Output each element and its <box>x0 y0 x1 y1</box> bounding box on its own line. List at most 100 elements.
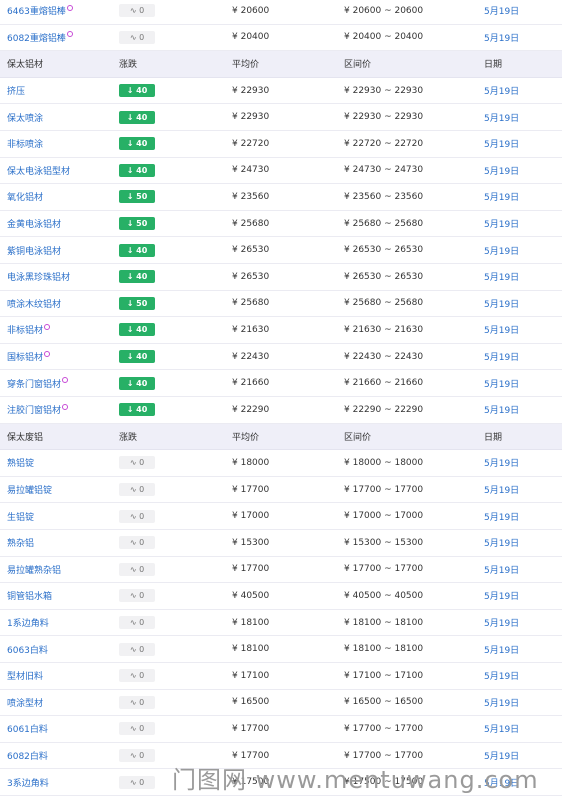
product-name-cell[interactable]: 熟铝锭 <box>7 450 117 476</box>
change-cell: ∿ 0 <box>119 583 179 609</box>
product-name-link[interactable]: 喷涂型材 <box>7 696 43 709</box>
product-name-cell[interactable]: 电泳黑珍珠铝材 <box>7 264 117 290</box>
product-name-cell[interactable]: 非标喷涂 <box>7 131 117 157</box>
table-row: 保太电泳铝型材 ↓ 40 ¥ 24730 ¥ 24730 ~ 24730 5月19日 <box>0 157 562 185</box>
product-name-cell[interactable]: 喷涂型材 <box>7 690 117 716</box>
range-price-cell: ¥ 22290 ~ 22290 <box>344 404 424 415</box>
product-name-cell[interactable]: 保太喷涂 <box>7 104 117 130</box>
product-name-link[interactable]: 注胶门窗铝材 <box>7 403 61 416</box>
product-name-link[interactable]: 挤压 <box>7 84 25 97</box>
range-price-cell: ¥ 25680 ~ 25680 <box>344 298 424 309</box>
change-badge: ∿ 0 <box>119 456 155 470</box>
product-name-cell[interactable]: 注胶门窗铝材 <box>7 397 117 423</box>
product-name-cell[interactable]: 喷涂木纹铝材 <box>7 291 117 317</box>
change-badge: ↓ 40 <box>119 110 155 124</box>
product-name-cell[interactable]: 挤压 <box>7 78 117 104</box>
product-name-link[interactable]: 1系边角料 <box>7 616 49 629</box>
table-row: 6463重熔铝棒 ∿ 0 ¥ 20600 ¥ 20600 ~ 20600 5月19日 <box>0 0 562 25</box>
change-badge: ↓ 40 <box>119 376 155 390</box>
range-price-cell: ¥ 16500 ~ 16500 <box>344 697 424 708</box>
section-title-label: 保太铝材 <box>7 60 44 71</box>
product-name-cell[interactable]: 紫铜电泳铝材 <box>7 237 117 263</box>
product-name-link[interactable]: 3系边角料 <box>7 776 49 789</box>
product-name-cell[interactable]: 型材旧料 <box>7 663 117 689</box>
product-name-link[interactable]: 电泳黑珍珠铝材 <box>7 270 70 283</box>
product-name-link[interactable]: 金黄电泳铝材 <box>7 217 61 230</box>
product-name-cell[interactable]: 金黄电泳铝材 <box>7 211 117 237</box>
product-name-cell[interactable]: 6082白料 <box>7 743 117 769</box>
product-name-link[interactable]: 6082重熔铝棒 <box>7 31 66 44</box>
product-name-link[interactable]: 穿条门窗铝材 <box>7 377 61 390</box>
product-name-cell[interactable]: 生铝锭 <box>7 503 117 529</box>
product-name-link[interactable]: 保太喷涂 <box>7 111 43 124</box>
product-name-cell[interactable]: 易拉罐熟杂铝 <box>7 557 117 583</box>
average-price-cell: ¥ 18100 <box>232 644 270 655</box>
hot-marker-icon <box>62 377 69 384</box>
column-header-date: 日期 <box>484 432 503 443</box>
product-name-link[interactable]: 非标喷涂 <box>7 137 43 150</box>
hot-marker-icon <box>62 403 69 410</box>
product-name-link[interactable]: 型材旧料 <box>7 669 43 682</box>
change-cell: ∿ 0 <box>119 503 179 529</box>
average-price-cell: ¥ 25680 <box>232 298 270 309</box>
change-cell: ↓ 40 <box>119 264 179 290</box>
change-badge: ∿ 0 <box>119 695 155 709</box>
product-name-link[interactable]: 6463重熔铝棒 <box>7 4 66 17</box>
product-name-cell[interactable]: 熟杂铝 <box>7 530 117 556</box>
change-cell: ↓ 50 <box>119 291 179 317</box>
change-badge: ∿ 0 <box>119 669 155 683</box>
change-cell: ↓ 40 <box>119 104 179 130</box>
change-cell: ∿ 0 <box>119 716 179 742</box>
product-name-cell[interactable]: 1系边角料 <box>7 610 117 636</box>
product-name-link[interactable]: 氧化铝材 <box>7 190 43 203</box>
date-cell: 5月19日 <box>484 87 520 98</box>
change-badge: ↓ 50 <box>119 296 155 310</box>
change-badge: ↓ 50 <box>119 217 155 231</box>
average-price-cell: ¥ 22930 <box>232 112 270 123</box>
section-header-row: 保太废铝 涨跌 平均价 区间价 日期 <box>0 423 562 451</box>
average-price-cell: ¥ 16500 <box>232 697 270 708</box>
date-cell: 5月19日 <box>484 565 520 576</box>
product-name-cell[interactable]: 穿条门窗铝材 <box>7 370 117 396</box>
product-name-link[interactable]: 保太电泳铝型材 <box>7 164 70 177</box>
product-name-cell[interactable]: 易拉罐铝锭 <box>7 477 117 503</box>
table-row: 紫铜电泳铝材 ↓ 40 ¥ 26530 ¥ 26530 ~ 26530 5月19日 <box>0 237 562 264</box>
product-name-cell[interactable]: 非标铝材 <box>7 317 117 343</box>
average-price-cell: ¥ 18000 <box>232 457 270 468</box>
product-name-link[interactable]: 紫铜电泳铝材 <box>7 244 61 257</box>
product-name-cell[interactable]: 铜管铝水箱 <box>7 583 117 609</box>
product-name-cell[interactable]: 6061白料 <box>7 716 117 742</box>
product-name-link[interactable]: 喷涂木纹铝材 <box>7 297 61 310</box>
product-name-cell[interactable]: 6463重熔铝棒 <box>7 0 117 24</box>
table-row: 铜管铝水箱 ∿ 0 ¥ 40500 ¥ 40500 ~ 40500 5月19日 <box>0 583 562 610</box>
average-price-cell: ¥ 21660 <box>232 378 270 389</box>
product-name-link[interactable]: 熟铝锭 <box>7 456 34 469</box>
product-name-cell[interactable]: 6082重熔铝棒 <box>7 25 117 51</box>
product-name-cell[interactable]: 氧化铝材 <box>7 184 117 210</box>
product-name-cell[interactable]: 3系边角料 <box>7 769 117 795</box>
change-cell: ∿ 0 <box>119 636 179 662</box>
product-name-cell[interactable]: 保太电泳铝型材 <box>7 158 117 184</box>
product-name-cell[interactable]: 国标铝材 <box>7 344 117 370</box>
table-row: 喷涂木纹铝材 ↓ 50 ¥ 25680 ¥ 25680 ~ 25680 5月19日 <box>0 290 562 318</box>
section-header-row: 保太铝材 涨跌 平均价 区间价 日期 <box>0 51 562 78</box>
product-name-link[interactable]: 易拉罐熟杂铝 <box>7 563 61 576</box>
product-name-link[interactable]: 生铝锭 <box>7 510 34 523</box>
table-row: 氧化铝材 ↓ 50 ¥ 23560 ¥ 23560 ~ 23560 5月19日 <box>0 184 562 211</box>
product-name-link[interactable]: 6082白料 <box>7 749 48 762</box>
product-name-link[interactable]: 熟杂铝 <box>7 536 34 549</box>
table-row: 1系边角料 ∿ 0 ¥ 18100 ¥ 18100 ~ 18100 5月19日 <box>0 609 562 637</box>
product-name-link[interactable]: 6061白料 <box>7 722 48 735</box>
product-name-link[interactable]: 国标铝材 <box>7 350 43 363</box>
product-name-cell[interactable]: 6063白料 <box>7 636 117 662</box>
change-cell: ↓ 40 <box>119 397 179 423</box>
average-price-cell: ¥ 25680 <box>232 218 270 229</box>
change-cell: ↓ 40 <box>119 370 179 396</box>
table-row: 6082重熔铝棒 ∿ 0 ¥ 20400 ¥ 20400 ~ 20400 5月19日 <box>0 24 562 52</box>
date-cell: 5月19日 <box>484 619 520 630</box>
product-name-link[interactable]: 非标铝材 <box>7 323 43 336</box>
product-name-link[interactable]: 铜管铝水箱 <box>7 589 52 602</box>
product-name-link[interactable]: 易拉罐铝锭 <box>7 483 52 496</box>
product-name-link[interactable]: 6063白料 <box>7 643 48 656</box>
hot-marker-icon <box>44 323 51 330</box>
